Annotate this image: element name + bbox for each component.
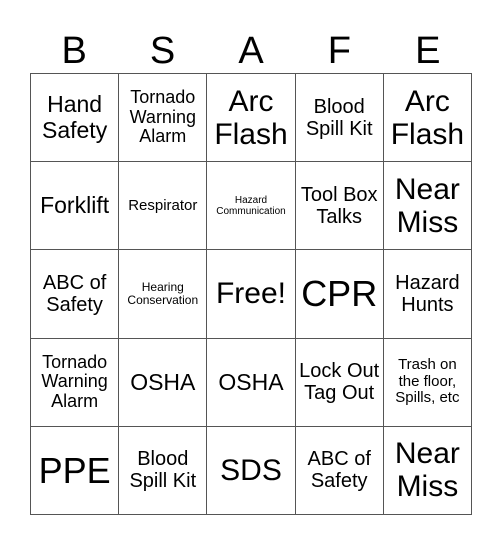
free-space-cell[interactable]: Free! [207, 250, 296, 339]
bingo-header: B S A F E [30, 28, 472, 74]
bingo-cell[interactable]: OSHA [119, 338, 208, 427]
bingo-cell[interactable]: Respirator [119, 162, 208, 251]
bingo-cell[interactable]: Hazard Hunts [383, 250, 472, 339]
bingo-cell[interactable]: Forklift [31, 162, 120, 251]
bingo-cell[interactable]: Blood Spill Kit [295, 74, 384, 163]
bingo-cell[interactable]: OSHA [207, 338, 296, 427]
bingo-board: Hand Safety Tornado Warning Alarm Arc Fl… [30, 73, 472, 515]
header-letter-e: E [415, 30, 441, 72]
bingo-cell[interactable]: Near Miss [383, 426, 472, 515]
bingo-cell[interactable]: Hearing Conservation [119, 250, 208, 339]
bingo-cell[interactable]: Tornado Warning Alarm [119, 74, 208, 163]
bingo-cell[interactable]: Hazard Communication [207, 162, 296, 251]
bingo-cell[interactable]: Blood Spill Kit [119, 426, 208, 515]
bingo-cell[interactable]: Near Miss [383, 162, 472, 251]
bingo-cell[interactable]: Tornado Warning Alarm [31, 338, 120, 427]
bingo-cell[interactable]: SDS [207, 426, 296, 515]
bingo-cell[interactable]: ABC of Safety [295, 426, 384, 515]
bingo-cell[interactable]: Tool Box Talks [295, 162, 384, 251]
bingo-cell[interactable]: PPE [31, 426, 120, 515]
bingo-cell[interactable]: Trash on the floor, Spills, etc [383, 338, 472, 427]
header-letter-f: F [327, 30, 351, 72]
header-letter-s: S [149, 30, 176, 72]
bingo-cell[interactable]: Hand Safety [31, 74, 120, 163]
bingo-cell[interactable]: Arc Flash [207, 74, 296, 163]
header-letter-a: A [238, 30, 264, 72]
header-letter-b: B [61, 30, 87, 72]
bingo-cell[interactable]: Arc Flash [383, 74, 472, 163]
bingo-cell[interactable]: ABC of Safety [31, 250, 120, 339]
bingo-cell[interactable]: Lock Out Tag Out [295, 338, 384, 427]
bingo-cell[interactable]: CPR [295, 250, 384, 339]
